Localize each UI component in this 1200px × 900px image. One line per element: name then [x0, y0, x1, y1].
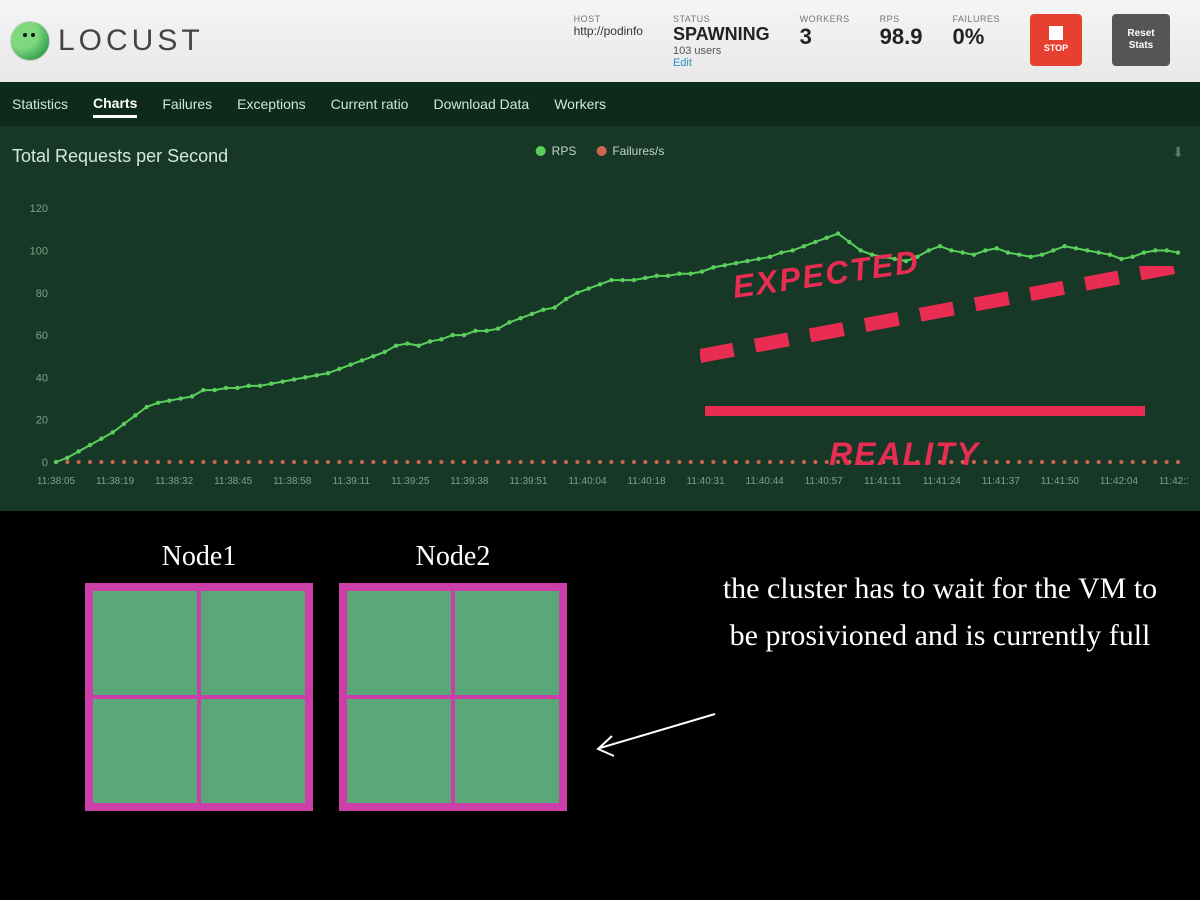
svg-text:0: 0 — [42, 457, 48, 469]
reset-label-1: Reset — [1127, 28, 1154, 40]
pod — [201, 699, 305, 803]
annotation-note: the cluster has to wait for the VM to be… — [720, 566, 1160, 659]
svg-text:120: 120 — [30, 203, 48, 215]
reset-label-2: Stats — [1129, 40, 1153, 52]
workers-metric: WORKERS 3 — [800, 14, 850, 50]
pod — [347, 699, 451, 803]
node-label: Node1 — [162, 541, 237, 573]
legend-failures: Failures/s — [596, 144, 664, 158]
annotation-reality-line — [705, 406, 1145, 416]
failures-metric: FAILURES 0% — [952, 14, 1000, 50]
node-box — [339, 583, 567, 811]
annotation-arrow-icon — [590, 706, 720, 766]
svg-text:11:40:18: 11:40:18 — [627, 476, 666, 487]
workers-label: WORKERS — [800, 14, 850, 24]
pod — [93, 699, 197, 803]
svg-text:11:41:24: 11:41:24 — [923, 476, 962, 487]
host-label: HOST — [574, 14, 643, 24]
status-metric: STATUS SPAWNING 103 users Edit — [673, 14, 770, 69]
pod — [93, 591, 197, 695]
svg-text:100: 100 — [30, 245, 48, 257]
rps-metric: RPS 98.9 — [880, 14, 923, 50]
status-label: STATUS — [673, 14, 770, 24]
stop-button[interactable]: STOP — [1030, 14, 1082, 66]
svg-text:40: 40 — [36, 372, 48, 384]
host-metric: HOST http://podinfo — [574, 14, 643, 38]
status-sub: 103 users — [673, 45, 770, 57]
svg-text:11:40:04: 11:40:04 — [568, 476, 607, 487]
legend-rps: RPS — [536, 144, 577, 158]
svg-text:60: 60 — [36, 330, 48, 342]
rps-value: 98.9 — [880, 24, 923, 50]
svg-text:11:41:11: 11:41:11 — [864, 476, 902, 487]
node-node2: Node2 — [339, 541, 567, 811]
chart-legend: RPS Failures/s — [536, 144, 665, 158]
node-label: Node2 — [416, 541, 491, 573]
failures-value: 0% — [952, 24, 1000, 50]
tab-charts[interactable]: Charts — [93, 91, 137, 118]
header-metrics: HOST http://podinfo STATUS SPAWNING 103 … — [574, 14, 1190, 69]
download-icon[interactable]: ⬇ — [1172, 144, 1184, 161]
svg-text:11:39:25: 11:39:25 — [391, 476, 430, 487]
svg-text:11:41:50: 11:41:50 — [1041, 476, 1080, 487]
svg-text:11:38:05: 11:38:05 — [37, 476, 76, 487]
tab-exceptions[interactable]: Exceptions — [237, 92, 305, 116]
pod — [201, 591, 305, 695]
svg-text:11:40:57: 11:40:57 — [805, 476, 844, 487]
tab-current-ratio[interactable]: Current ratio — [331, 92, 409, 116]
svg-text:11:38:32: 11:38:32 — [155, 476, 194, 487]
svg-text:11:38:45: 11:38:45 — [214, 476, 253, 487]
tab-failures[interactable]: Failures — [162, 92, 212, 116]
rps-label: RPS — [880, 14, 923, 24]
brand-text: LOCUST — [58, 24, 204, 58]
header-bar: LOCUST HOST http://podinfo STATUS SPAWNI… — [0, 0, 1200, 82]
workers-value: 3 — [800, 24, 850, 50]
rps-chart: 0 20 40 60 80 100 120 11:38:05 11:38:19 11:38:32 1… — [12, 177, 1188, 492]
nodes-panel: Node1 Node2 the cluster has to wait for t… — [0, 511, 1200, 900]
host-value: http://podinfo — [574, 24, 643, 38]
tab-workers[interactable]: Workers — [554, 92, 606, 116]
tab-download-data[interactable]: Download Data — [433, 92, 529, 116]
pod — [455, 591, 559, 695]
tab-bar: Statistics Charts Failures Exceptions Curren… — [0, 82, 1200, 126]
svg-text:11:42:17: 11:42:17 — [1159, 476, 1188, 487]
stop-icon — [1049, 26, 1063, 40]
pod — [455, 699, 559, 803]
svg-text:11:42:04: 11:42:04 — [1100, 476, 1139, 487]
stop-label: STOP — [1044, 43, 1068, 53]
legend-dot-fail-icon — [596, 146, 606, 156]
node-node1: Node1 — [85, 541, 313, 811]
status-value: SPAWNING — [673, 24, 770, 45]
svg-text:11:39:38: 11:39:38 — [450, 476, 489, 487]
svg-text:11:38:19: 11:38:19 — [96, 476, 135, 487]
svg-text:80: 80 — [36, 288, 48, 300]
svg-text:20: 20 — [36, 415, 48, 427]
svg-text:11:40:31: 11:40:31 — [686, 476, 725, 487]
status-edit-link[interactable]: Edit — [673, 57, 770, 69]
node-box — [85, 583, 313, 811]
locust-logo-icon — [10, 21, 50, 61]
reset-stats-button[interactable]: Reset Stats — [1112, 14, 1170, 66]
chart-panel: Total Requests per Second RPS Failures/s… — [0, 126, 1200, 511]
nodes-wrap: Node1 Node2 — [85, 541, 567, 811]
pod — [347, 591, 451, 695]
svg-text:11:40:44: 11:40:44 — [746, 476, 785, 487]
svg-text:11:39:51: 11:39:51 — [509, 476, 548, 487]
annotation-reality: REALITY — [829, 436, 980, 473]
svg-text:11:39:11: 11:39:11 — [333, 476, 371, 487]
logo: LOCUST — [10, 21, 204, 61]
svg-text:11:38:58: 11:38:58 — [273, 476, 312, 487]
tab-statistics[interactable]: Statistics — [12, 92, 68, 116]
legend-dot-rps-icon — [536, 146, 546, 156]
failures-label: FAILURES — [952, 14, 1000, 24]
svg-text:11:41:37: 11:41:37 — [982, 476, 1021, 487]
